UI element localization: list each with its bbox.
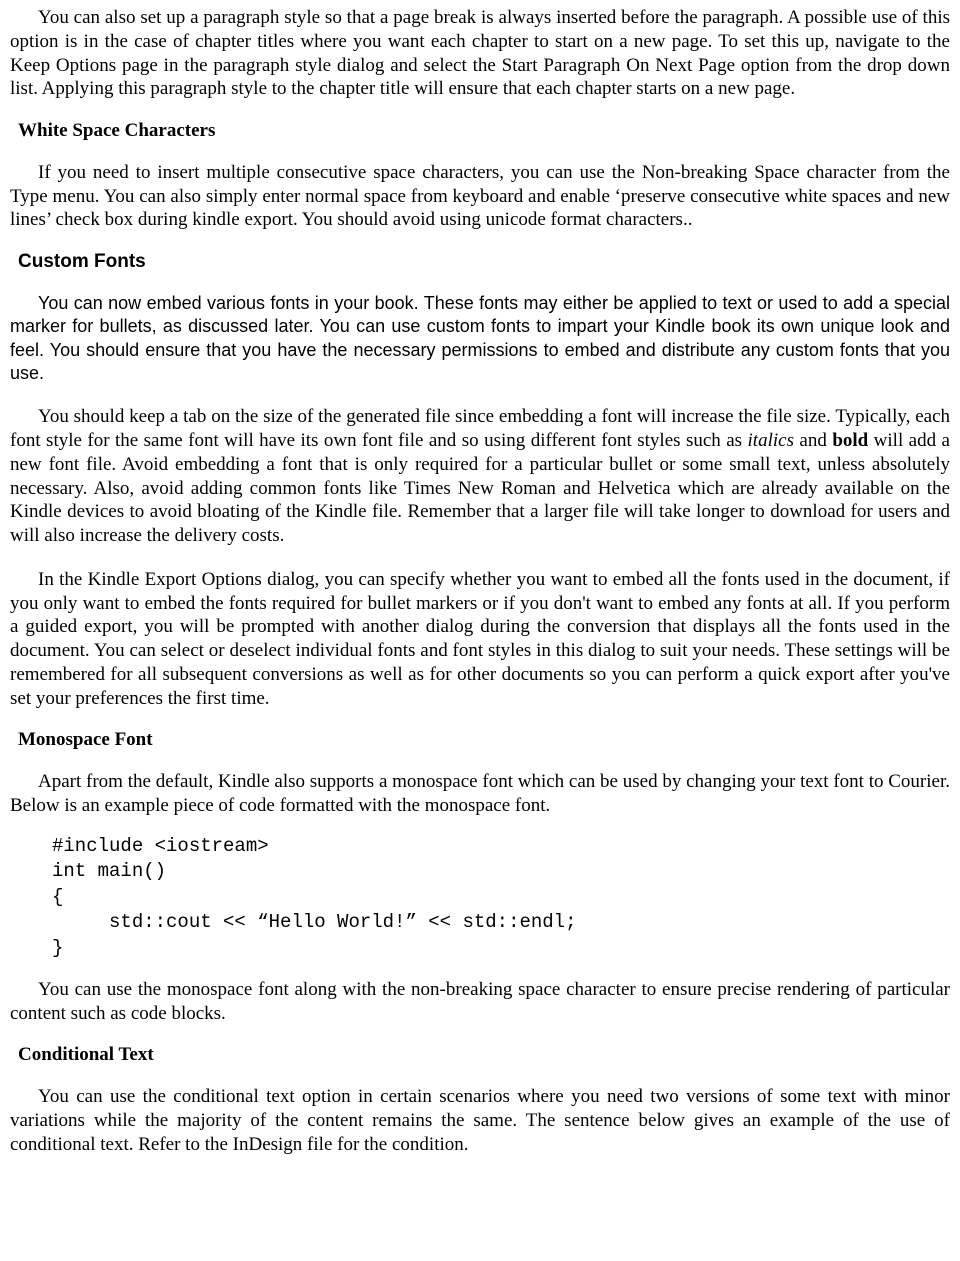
customfonts-paragraph-1: You can now embed various fonts in your … bbox=[10, 292, 950, 386]
heading-whitespace: White Space Characters bbox=[18, 119, 950, 143]
customfonts-paragraph-3: In the Kindle Export Options dialog, you… bbox=[10, 568, 950, 711]
customfonts-paragraph-2: You should keep a tab on the size of the… bbox=[10, 405, 950, 548]
heading-custom-fonts: Custom Fonts bbox=[18, 250, 950, 274]
italic-text: italics bbox=[748, 430, 794, 451]
text-span: and bbox=[794, 430, 832, 451]
monospace-paragraph-2: You can use the monospace font along wit… bbox=[10, 978, 950, 1026]
whitespace-paragraph: If you need to insert multiple consecuti… bbox=[10, 161, 950, 232]
bold-text: bold bbox=[832, 430, 868, 451]
intro-paragraph: You can also set up a paragraph style so… bbox=[10, 6, 950, 101]
code-block: #include <iostream> int main() { std::co… bbox=[52, 834, 950, 962]
conditional-paragraph: You can use the conditional text option … bbox=[10, 1085, 950, 1156]
monospace-paragraph-1: Apart from the default, Kindle also supp… bbox=[10, 770, 950, 818]
heading-conditional-text: Conditional Text bbox=[18, 1043, 950, 1067]
heading-monospace: Monospace Font bbox=[18, 728, 950, 752]
